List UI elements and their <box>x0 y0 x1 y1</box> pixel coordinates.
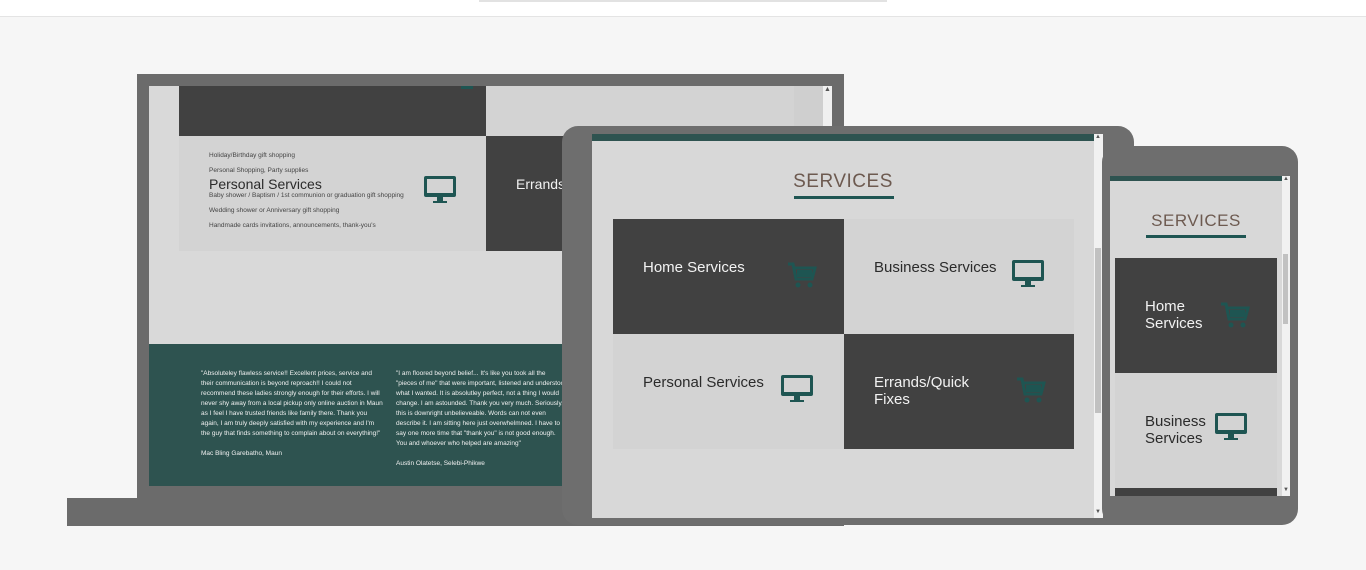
home-services-tile[interactable]: Home Services <box>613 219 844 334</box>
list-item: Holiday/Birthday gift shopping <box>209 152 295 159</box>
testimonial-quote: "I am floored beyond belief... It's like… <box>396 370 568 447</box>
scroll-thumb[interactable] <box>1095 248 1101 413</box>
testimonial: "I am floored beyond belief... It's like… <box>396 369 568 469</box>
scroll-thumb[interactable] <box>1283 254 1288 324</box>
personal-services-title: Personal Services <box>209 176 322 192</box>
phone-screen: SERVICES Home Services Business Services… <box>1110 176 1290 496</box>
errands-tile[interactable]: Errands/Quick Fixes <box>844 334 1074 449</box>
personal-services-tile[interactable] <box>1115 488 1277 496</box>
tile-label: Business Services <box>1145 413 1206 447</box>
testimonial: "Absoluteley flawless service!! Excellen… <box>201 369 383 459</box>
business-services-tile[interactable]: Business Services <box>1115 373 1277 488</box>
scroll-up-icon[interactable]: ▲ <box>1095 134 1101 140</box>
scrollbar[interactable]: ▲ ▼ <box>1282 176 1290 496</box>
list-item: Baby shower / Baptism / 1st communion or… <box>209 192 404 199</box>
scroll-down-icon[interactable]: ▼ <box>1283 487 1289 493</box>
heading-underline <box>794 196 894 199</box>
top-bar <box>0 0 1366 17</box>
list-item: Wedding shower or Anniversary gift shopp… <box>209 207 340 214</box>
personal-services-tile[interactable]: Holiday/Birthday gift shopping Personal … <box>179 136 486 251</box>
tile-label: Business Services <box>874 259 997 276</box>
search-bar[interactable] <box>479 0 887 2</box>
list-item: Handmade cards invitations, announcement… <box>209 222 376 229</box>
scroll-up-icon[interactable]: ▲ <box>824 86 831 93</box>
home-services-tile[interactable] <box>179 86 486 136</box>
testimonial-quote: "Absoluteley flawless service!! Excellen… <box>201 370 383 437</box>
heading-underline <box>1146 235 1246 238</box>
header-accent-bar <box>1110 176 1282 181</box>
tile-label: Home Services <box>643 259 745 276</box>
monitor-icon <box>1012 260 1044 287</box>
business-services-tile[interactable]: Business Services <box>844 219 1074 334</box>
header-accent-bar <box>592 134 1094 141</box>
cart-icon <box>788 262 817 288</box>
testimonial-author: Austin Olatetse, Selebi-Phikwe <box>396 460 485 467</box>
tile-label: Home Services <box>1145 298 1203 332</box>
tile-label: Errands/Quick Fixes <box>874 374 970 408</box>
cart-icon <box>1017 377 1046 403</box>
list-item: Personal Shopping, Party supplies <box>209 167 309 174</box>
home-services-tile[interactable]: Home Services <box>1115 258 1277 373</box>
monitor-icon <box>1215 413 1247 440</box>
testimonial-author: Mac Bling Garebatho, Maun <box>201 450 282 457</box>
personal-services-tile[interactable]: Personal Services <box>613 334 844 449</box>
services-heading: SERVICES <box>1151 211 1241 230</box>
tablet-screen: SERVICES Home Services Business Services… <box>592 134 1103 518</box>
scroll-up-icon[interactable]: ▲ <box>1283 176 1289 182</box>
cart-icon <box>1221 302 1250 328</box>
cart-icon <box>461 86 473 89</box>
services-heading: SERVICES <box>793 171 893 192</box>
tile-label: Personal Services <box>643 374 764 391</box>
monitor-icon <box>781 375 813 402</box>
scroll-down-icon[interactable]: ▼ <box>1095 509 1101 515</box>
monitor-icon <box>424 176 456 203</box>
